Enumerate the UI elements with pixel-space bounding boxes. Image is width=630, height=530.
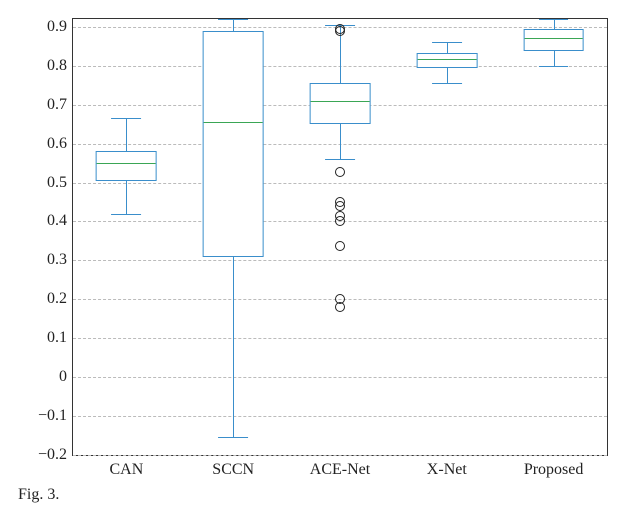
y-tick-label: 0.2: [47, 290, 73, 308]
plot-area: −0.2−0.100.10.20.30.40.50.60.70.80.9CANS…: [72, 18, 608, 456]
gridline: [73, 416, 607, 417]
whisker-upper: [447, 42, 448, 53]
iqr-box: [203, 31, 264, 257]
y-tick-label: −0.1: [38, 407, 73, 425]
x-tick-label: X-Net: [427, 455, 467, 479]
whisker-upper: [126, 118, 127, 151]
figure-caption: Fig. 3.: [18, 486, 59, 504]
y-tick-label: 0.1: [47, 329, 73, 347]
outlier-marker: [335, 201, 345, 211]
median-line: [204, 122, 263, 123]
whisker-upper: [233, 19, 234, 31]
caption-prefix: Fig. 3.: [18, 486, 59, 503]
y-tick-label: 0.4: [47, 212, 73, 230]
x-tick-label: Proposed: [524, 455, 584, 479]
median-line: [311, 101, 370, 102]
whisker-lower: [447, 66, 448, 84]
iqr-box: [416, 53, 477, 67]
x-tick-label: SCCN: [212, 455, 254, 479]
iqr-box: [310, 83, 371, 124]
outlier-marker: [335, 302, 345, 312]
median-line: [524, 38, 583, 39]
outlier-marker: [335, 216, 345, 226]
cap-upper: [432, 42, 462, 43]
median-line: [97, 163, 156, 164]
cap-upper: [111, 118, 141, 119]
y-tick-label: 0.7: [47, 96, 73, 114]
cap-lower: [111, 214, 141, 215]
outlier-marker: [335, 241, 345, 251]
median-line: [417, 59, 476, 60]
cap-lower: [539, 66, 569, 67]
iqr-box: [523, 29, 584, 51]
cap-upper: [539, 19, 569, 20]
gridline: [73, 377, 607, 378]
y-tick-label: 0.3: [47, 251, 73, 269]
cap-lower: [432, 83, 462, 84]
y-tick-label: 0.6: [47, 135, 73, 153]
cap-upper: [218, 19, 248, 20]
whisker-lower: [554, 49, 555, 66]
y-tick-label: −0.2: [38, 446, 73, 464]
outlier-marker: [335, 26, 345, 36]
y-tick-label: 0: [59, 368, 73, 386]
outlier-marker: [335, 167, 345, 177]
gridline: [73, 338, 607, 339]
y-tick-label: 0.9: [47, 18, 73, 36]
gridline: [73, 260, 607, 261]
whisker-upper: [554, 19, 555, 29]
y-tick-label: 0.8: [47, 57, 73, 75]
x-tick-label: ACE-Net: [310, 455, 370, 479]
whisker-lower: [126, 179, 127, 214]
whisker-lower: [233, 255, 234, 438]
cap-lower: [218, 437, 248, 438]
whisker-lower: [340, 122, 341, 159]
gridline: [73, 183, 607, 184]
iqr-box: [96, 151, 157, 180]
cap-lower: [325, 159, 355, 160]
x-tick-label: CAN: [110, 455, 144, 479]
y-tick-label: 0.5: [47, 174, 73, 192]
